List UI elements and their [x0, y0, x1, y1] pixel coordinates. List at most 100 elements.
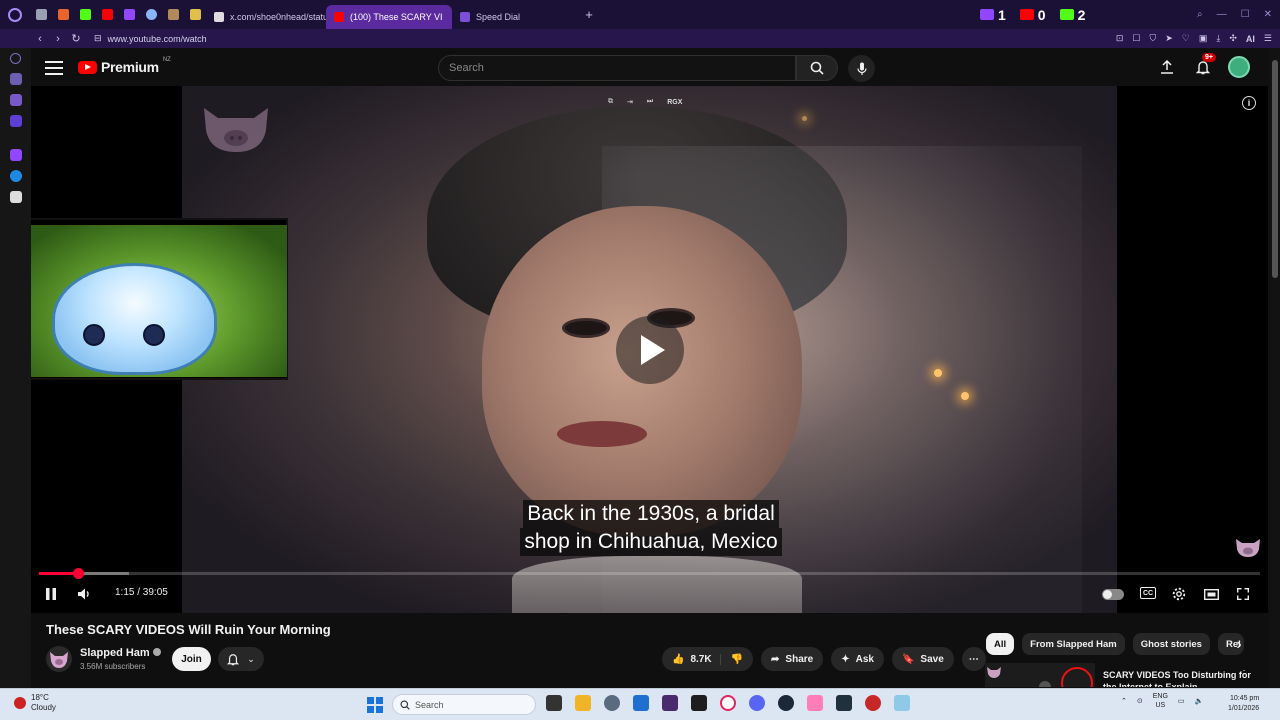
voice-search-button[interactable]	[848, 55, 875, 82]
new-tab-button[interactable]: +	[578, 4, 600, 26]
opera-gx-logo-icon[interactable]	[0, 0, 30, 29]
subtitles-button[interactable]: CC	[1140, 587, 1156, 599]
pinned-tab-twitch[interactable]	[118, 0, 140, 29]
dislike-button[interactable]: 👎	[719, 653, 753, 665]
task-view-icon[interactable]	[546, 695, 562, 711]
search-input[interactable]	[438, 55, 796, 81]
chevron-right-icon[interactable]: ›	[1232, 636, 1246, 653]
theater-mode-button[interactable]	[1203, 585, 1219, 603]
x-icon[interactable]	[9, 191, 22, 203]
language-indicator[interactable]: ENG US	[1153, 692, 1168, 710]
volume-button[interactable]	[76, 585, 94, 603]
ai-button[interactable]: AI	[1246, 34, 1255, 44]
chip-all[interactable]: All	[986, 633, 1015, 655]
guide-menu-button[interactable]	[45, 59, 63, 77]
opera-gx-icon[interactable]	[720, 695, 736, 711]
recommended-video[interactable]: SCARY VIDEOS Too Disturbing for the Inte…	[985, 663, 1265, 687]
twitch-app-icon[interactable]	[9, 149, 22, 161]
autoplay-toggle[interactable]	[1102, 589, 1124, 600]
pinned-tab-kick[interactable]	[74, 0, 96, 29]
pinned-tab-x[interactable]	[184, 0, 206, 29]
monitor-app-icon[interactable]	[836, 695, 852, 711]
twitch-sidebar-icon[interactable]	[9, 115, 22, 127]
play-overlay-button[interactable]	[616, 316, 684, 384]
terminal-icon[interactable]	[691, 695, 707, 711]
rgx-button[interactable]: RGX	[667, 99, 682, 106]
tray-mic-icon[interactable]: ⊙	[1137, 697, 1143, 705]
search-button[interactable]	[796, 55, 838, 81]
weather-widget[interactable]: 18°C Cloudy	[14, 693, 56, 713]
progress-bar[interactable]	[39, 568, 1260, 579]
ask-button[interactable]: ✦ Ask	[831, 647, 884, 671]
twitch-icon[interactable]	[9, 94, 22, 106]
site-info-icon[interactable]: ⊟	[94, 33, 102, 44]
channel-avatar[interactable]	[46, 646, 72, 672]
record-app-icon[interactable]	[865, 695, 881, 711]
upload-button[interactable]	[1156, 56, 1178, 78]
kick-viewers[interactable]: 2	[1059, 7, 1085, 23]
tray-overflow-icon[interactable]: ⌃	[1121, 697, 1127, 705]
page-scrollbar[interactable]	[1270, 48, 1280, 688]
pinned-tab-image[interactable]	[162, 0, 184, 29]
send-icon[interactable]: ➤	[1165, 33, 1173, 44]
skip-next-icon[interactable]: ⏭	[647, 98, 653, 106]
sign-in-icon[interactable]: ⇥	[627, 98, 633, 106]
forward-button[interactable]: ›	[49, 33, 67, 45]
shield-icon[interactable]: ⛉	[1149, 33, 1156, 44]
settings-button[interactable]	[1171, 585, 1187, 603]
download-icon[interactable]: ⤓	[1216, 33, 1220, 44]
maximize-button[interactable]: ☐	[1241, 9, 1250, 20]
more-actions-button[interactable]: ⋯	[961, 647, 986, 671]
save-button[interactable]: 🔖 Save	[891, 647, 954, 671]
pip-icon[interactable]: ⧉	[608, 98, 613, 106]
start-button[interactable]	[367, 697, 383, 713]
video-player[interactable]: ⧉ ⇥ ⏭ RGX i Back in the 1930s, a bridal …	[31, 86, 1268, 613]
share-button[interactable]: ➦ Share	[761, 647, 824, 671]
youtube-viewers[interactable]: 0	[1019, 7, 1046, 23]
twitch-viewers[interactable]: 1	[980, 7, 1006, 23]
bookmark-page-icon[interactable]: ☐	[1132, 33, 1140, 44]
pinned-tab-sync[interactable]	[140, 0, 162, 29]
more-icon[interactable]: ☰	[1264, 33, 1272, 44]
info-icon[interactable]: i	[1242, 96, 1256, 110]
back-button[interactable]: ‹	[31, 33, 49, 45]
chip-ghost-stories[interactable]: Ghost stories	[1132, 633, 1210, 655]
scrollbar-thumb[interactable]	[1272, 60, 1278, 278]
pinned-tab-etsy[interactable]	[52, 0, 74, 29]
tab-x-post[interactable]: x.com/shoe0nhead/status	[206, 5, 326, 29]
network-icon[interactable]: ▭	[1178, 697, 1185, 705]
history-icon[interactable]	[10, 53, 21, 64]
recommended-menu-icon[interactable]: ⋮	[1239, 669, 1249, 680]
pinned-tab-youtube[interactable]	[96, 0, 118, 29]
taskbar-clock[interactable]: 10:45 pm 1/01/2026	[1228, 694, 1259, 714]
url-field[interactable]: ⊟ www.youtube.com/watch	[94, 29, 207, 48]
snapshot-icon[interactable]: ⊡	[1116, 33, 1124, 44]
tab-youtube-video[interactable]: (100) These SCARY VI	[326, 4, 452, 29]
like-button[interactable]: 👍 8.7K	[672, 654, 712, 665]
join-button[interactable]: Join	[172, 647, 211, 671]
photos-app-icon[interactable]	[633, 695, 649, 711]
account-avatar[interactable]	[1228, 56, 1250, 78]
reload-button[interactable]: ↻	[67, 32, 85, 45]
close-button[interactable]: ✕	[1264, 9, 1272, 20]
chip-from-channel[interactable]: From Slapped Ham	[1022, 633, 1125, 655]
notifications-button[interactable]: 9+	[1192, 53, 1216, 78]
speaker-icon[interactable]: 🔈	[1195, 697, 1204, 705]
discord-icon[interactable]	[749, 695, 765, 711]
youtube-premium-logo[interactable]: Premium NZ	[78, 57, 171, 75]
file-explorer-icon[interactable]	[575, 695, 591, 711]
pause-button[interactable]	[43, 585, 59, 603]
heart-app-icon[interactable]	[807, 695, 823, 711]
player-icon[interactable]	[9, 73, 22, 85]
puzzle-icon[interactable]: ✣	[1229, 33, 1237, 44]
messenger-icon[interactable]	[9, 170, 22, 182]
taskbar-search[interactable]: Search	[392, 694, 536, 715]
search-tabs-icon[interactable]: ⌕	[1197, 9, 1203, 20]
tab-speed-dial[interactable]: Speed Dial	[452, 5, 578, 29]
channel-name[interactable]: Slapped Ham	[80, 647, 161, 659]
fullscreen-button[interactable]	[1235, 585, 1251, 603]
settings-app-icon[interactable]	[604, 695, 620, 711]
pinned-tab-email[interactable]	[30, 0, 52, 29]
scrubber-handle[interactable]	[73, 568, 85, 579]
heart-icon[interactable]: ♡	[1182, 33, 1190, 44]
